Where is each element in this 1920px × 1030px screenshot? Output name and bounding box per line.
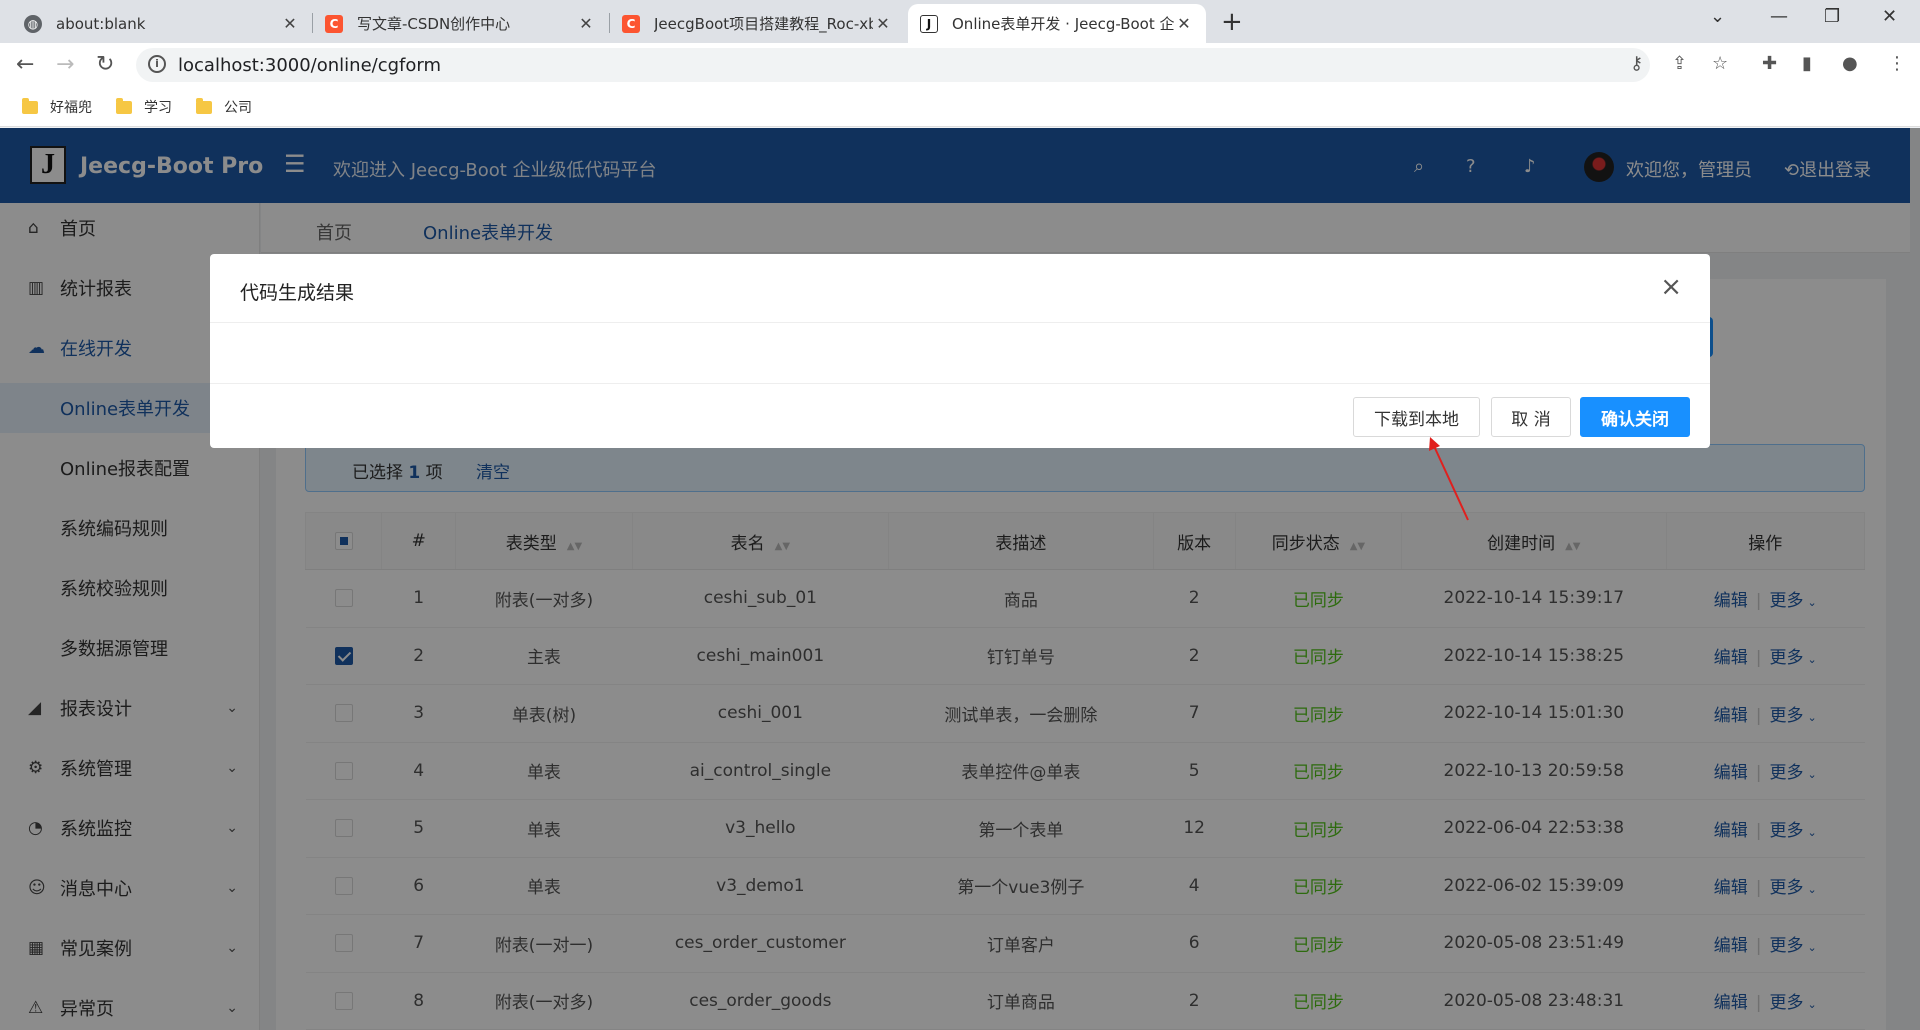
reload-icon[interactable]: ↻ — [96, 52, 114, 77]
bookmark-label: 学习 — [144, 100, 172, 116]
browser-tab[interactable]: C 写文章-CSDN创作中心 ✕ — [313, 4, 608, 43]
forward-icon[interactable]: → — [56, 52, 74, 77]
folder-icon — [196, 97, 212, 114]
close-icon[interactable]: ✕ — [873, 14, 893, 33]
folder-icon — [22, 97, 38, 114]
bookmark-label: 好福兜 — [50, 100, 92, 116]
tab-title: 写文章-CSDN创作中心 — [357, 15, 511, 33]
bookmarks-bar: 好福兜 学习 公司 — [0, 87, 1920, 127]
csdn-icon: C — [325, 14, 343, 33]
close-icon[interactable]: × — [1660, 272, 1682, 302]
globe-icon: ◍ — [24, 14, 42, 33]
browser-tab-active[interactable]: J Online表单开发 · Jeecg-Boot 企 ✕ — [908, 4, 1206, 43]
close-icon[interactable]: ✕ — [1174, 14, 1194, 33]
bookmark-folder[interactable]: 好福兜 — [22, 97, 92, 117]
modal-title: 代码生成结果 — [240, 282, 355, 304]
url-field[interactable]: i localhost:3000/online/cgform — [136, 48, 1650, 82]
code-result-modal: 代码生成结果 × 下载到本地 取 消 确认关闭 — [210, 254, 1710, 448]
tab-title: JeecgBoot项目搭建教程_Roc-xb — [654, 15, 873, 33]
cancel-button[interactable]: 取 消 — [1491, 397, 1571, 437]
close-icon[interactable]: ✕ — [576, 14, 596, 33]
bookmark-label: 公司 — [224, 100, 252, 116]
jeecg-icon: J — [920, 14, 938, 33]
modal-body — [210, 323, 1710, 384]
info-icon[interactable]: i — [148, 55, 166, 73]
url-text: localhost:3000/online/cgform — [178, 55, 441, 76]
tab-title: about:blank — [56, 14, 146, 33]
star-icon[interactable]: ☆ — [1712, 53, 1728, 74]
new-tab-icon[interactable]: + — [1221, 7, 1243, 37]
download-button[interactable]: 下载到本地 — [1353, 397, 1480, 437]
browser-tab[interactable]: ◍ about:blank ✕ — [12, 4, 312, 43]
modal-header: 代码生成结果 × — [210, 254, 1710, 323]
profile-icon[interactable]: ● — [1842, 53, 1858, 74]
chevron-down-icon[interactable]: ⌄ — [1710, 6, 1725, 27]
browser-tab-bar: ◍ about:blank ✕ C 写文章-CSDN创作中心 ✕ C Jeecg… — [0, 0, 1920, 43]
key-icon[interactable]: ⚷ — [1630, 53, 1643, 74]
extensions-icon[interactable]: ✚ — [1762, 53, 1777, 74]
kebab-menu-icon[interactable]: ⋮ — [1888, 53, 1906, 74]
address-bar: ← → ↻ i localhost:3000/online/cgform ⚷ ⇪… — [0, 43, 1920, 87]
tab-title: Online表单开发 · Jeecg-Boot 企 — [952, 15, 1174, 33]
bookmark-folder[interactable]: 学习 — [116, 97, 172, 117]
maximize-icon[interactable]: ❐ — [1824, 6, 1840, 27]
csdn-icon: C — [622, 14, 640, 33]
share-icon[interactable]: ⇪ — [1672, 53, 1687, 74]
window-close-icon[interactable]: ✕ — [1882, 6, 1897, 27]
folder-icon — [116, 97, 132, 114]
back-icon[interactable]: ← — [16, 52, 34, 77]
sidepanel-icon[interactable]: ▮ — [1802, 53, 1812, 74]
close-icon[interactable]: ✕ — [280, 14, 300, 33]
confirm-close-button[interactable]: 确认关闭 — [1580, 397, 1690, 437]
browser-tab[interactable]: C JeecgBoot项目搭建教程_Roc-xb ✕ — [610, 4, 905, 43]
minimize-icon[interactable]: — — [1770, 6, 1788, 27]
bookmark-folder[interactable]: 公司 — [196, 97, 252, 117]
